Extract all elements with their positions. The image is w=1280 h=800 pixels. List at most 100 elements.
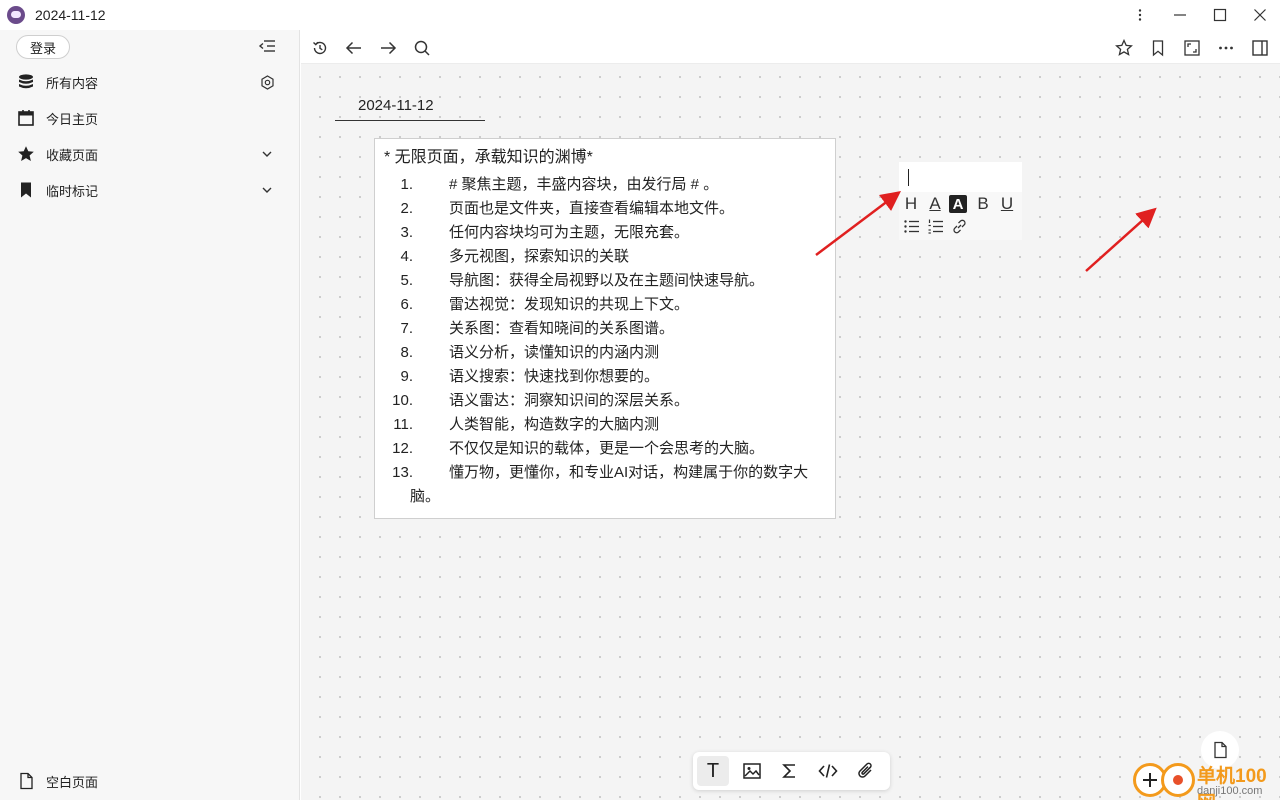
highlight-button[interactable]: A (949, 195, 967, 213)
list-item-number: 3. (400, 224, 413, 241)
list-item-number: 1. (400, 176, 413, 193)
list-item-text: 懂万物，更懂你，和专业AI对话，构建属于你的数字大 (449, 464, 809, 481)
list-item-number: 10. (392, 392, 413, 409)
list-item-text: 语义分析，读懂知识的内涵内测 (449, 344, 660, 361)
minimize-icon[interactable] (1160, 0, 1200, 30)
forward-arrow-icon[interactable] (377, 37, 399, 59)
watermark-logo: 单机100网 danji100.com (1131, 760, 1280, 800)
list-item-text: 导航图：获得全局视野以及在主题间快速导航。 (449, 272, 765, 289)
list-item-number: 8. (400, 344, 413, 361)
list-item: 5. 导航图：获得全局视野以及在主题间快速导航。 (384, 269, 827, 293)
image-icon[interactable] (736, 756, 768, 786)
sidebar-item-label: 今日主页 (46, 111, 99, 127)
list-item-text: 页面也是文件夹，直接查看编辑本地文件。 (449, 200, 735, 217)
document-icon (1214, 741, 1227, 759)
sidebar-item-today-home[interactable]: 今日主页 (0, 103, 300, 133)
calendar-icon (16, 108, 36, 128)
list-item: 1. # 聚焦主题，丰盛内容块，由发行局 # 。 (384, 173, 827, 197)
title-bar: 2024-11-12 (0, 0, 1280, 30)
list-item-number: 11. (393, 416, 413, 433)
list-item-number: 7. (400, 320, 413, 337)
login-button[interactable]: 登录 (16, 35, 70, 59)
text-icon[interactable]: T (697, 756, 729, 786)
text-block-input[interactable] (899, 162, 1022, 192)
database-icon (16, 72, 36, 92)
list-item-text: 雷达视觉：发现知识的共现上下文。 (449, 296, 690, 313)
close-icon[interactable] (1240, 0, 1280, 30)
numbered-list-icon[interactable] (925, 216, 945, 236)
chevron-down-icon[interactable] (259, 182, 275, 198)
card-heading: * 无限页面，承载知识的渊博* (384, 149, 593, 166)
bottom-insert-toolbar: T (693, 752, 890, 790)
list-item-text: 语义雷达：洞察知识间的深层关系。 (449, 392, 690, 409)
sidebar-item-temp-marks[interactable]: 临时标记 (0, 175, 300, 205)
text-caret (908, 169, 909, 186)
red-arrow-right (1085, 207, 1157, 272)
list-item-number: 4. (400, 248, 413, 265)
list-item-number: 6. (400, 296, 413, 313)
sidebar-item-all-content[interactable]: 所有内容 (0, 67, 300, 97)
list-item-text: # 聚焦主题，丰盛内容块，由发行局 # 。 (449, 176, 719, 193)
list-item-text: 不仅仅是知识的载体，更是一个会思考的大脑。 (449, 440, 765, 457)
list-item-number: 9. (400, 368, 413, 385)
list-item: 9. 语义搜索：快速找到你想要的。 (384, 365, 827, 389)
list-item-number: 12. (392, 440, 413, 457)
star-outline-icon[interactable] (1113, 37, 1135, 59)
list-item-number: 5. (400, 272, 413, 289)
list-item: 11. 人类智能，构造数字的大脑内测 (384, 413, 827, 437)
maximize-icon[interactable] (1200, 0, 1240, 30)
text-tool-label: T (706, 759, 720, 782)
fullscreen-icon[interactable] (1181, 37, 1203, 59)
list-item: 4. 多元视图，探索知识的关联 (384, 245, 827, 269)
code-icon[interactable] (812, 756, 844, 786)
sidebar-item-label: 收藏页面 (46, 147, 99, 163)
list-item-text: 多元视图，探索知识的关联 (449, 248, 630, 265)
page-title[interactable]: 2024-11-12 (335, 97, 485, 121)
window-controls (1120, 0, 1280, 30)
list-item-number: 13. (392, 464, 413, 481)
sidebar-item-label: 空白页面 (46, 774, 99, 790)
settings-hex-icon[interactable] (259, 74, 275, 90)
search-icon[interactable] (411, 37, 433, 59)
list-item-text: 关系图：查看知晓间的关系图谱。 (449, 320, 675, 337)
blank-page-icon (16, 771, 36, 791)
sidebar-item-favorites[interactable]: 收藏页面 (0, 139, 300, 169)
list-item-number: 2. (400, 200, 413, 217)
bullet-list-icon[interactable] (901, 216, 921, 236)
history-icon[interactable] (309, 37, 331, 59)
attachment-icon[interactable] (850, 756, 882, 786)
page-canvas[interactable]: 2024-11-12 * 无限页面，承载知识的渊博* 1. # 聚焦主题，丰盛内容… (301, 64, 1280, 800)
link-icon[interactable] (949, 216, 969, 236)
back-arrow-icon[interactable] (343, 37, 365, 59)
watermark-dot-icon (1161, 763, 1195, 797)
new-text-block[interactable]: H A A B U (899, 162, 1022, 240)
more-horizontal-icon[interactable] (1215, 37, 1237, 59)
list-item-text: 人类智能，构造数字的大脑内测 (449, 416, 660, 433)
text-block-card[interactable]: * 无限页面，承载知识的渊博* 1. # 聚焦主题，丰盛内容块，由发行局 # 。 2… (374, 138, 836, 519)
list-item-text: 任何内容块均可为主题，无限充套。 (449, 224, 690, 241)
more-vertical-icon[interactable] (1120, 0, 1160, 30)
list-item-text: 语义搜索：快速找到你想要的。 (449, 368, 660, 385)
collapse-sidebar-icon[interactable] (258, 38, 276, 54)
sidebar: 登录 所有内容 今日主页 收藏页面 临时标记 空白页面 (0, 30, 300, 800)
star-icon (16, 144, 36, 164)
card-list: 1. # 聚焦主题，丰盛内容块，由发行局 # 。 2. 页面也是文件夹，直接查看编辑本… (384, 173, 827, 509)
app-logo-icon (7, 6, 25, 24)
chevron-down-icon[interactable] (259, 146, 275, 162)
list-item: 3. 任何内容块均可为主题，无限充套。 (384, 221, 827, 245)
bookmark-outline-icon[interactable] (1147, 37, 1169, 59)
sidebar-item-label: 临时标记 (46, 183, 99, 199)
formula-icon[interactable] (774, 756, 806, 786)
list-item: 8. 语义分析，读懂知识的内涵内测 (384, 341, 827, 365)
sidebar-item-label: 所有内容 (46, 75, 99, 91)
window-title: 2024-11-12 (35, 7, 106, 23)
list-item: 12. 不仅仅是知识的载体，更是一个会思考的大脑。 (384, 437, 827, 461)
heading-button[interactable]: H (901, 194, 921, 214)
list-item: 2. 页面也是文件夹，直接查看编辑本地文件。 (384, 197, 827, 221)
text-color-button[interactable]: A (925, 194, 945, 214)
sidebar-item-blank-page[interactable]: 空白页面 (0, 766, 300, 796)
list-item: 6. 雷达视觉：发现知识的共现上下文。 (384, 293, 827, 317)
panel-toggle-icon[interactable] (1249, 37, 1271, 59)
underline-button[interactable]: U (997, 194, 1017, 214)
bold-button[interactable]: B (973, 194, 993, 214)
